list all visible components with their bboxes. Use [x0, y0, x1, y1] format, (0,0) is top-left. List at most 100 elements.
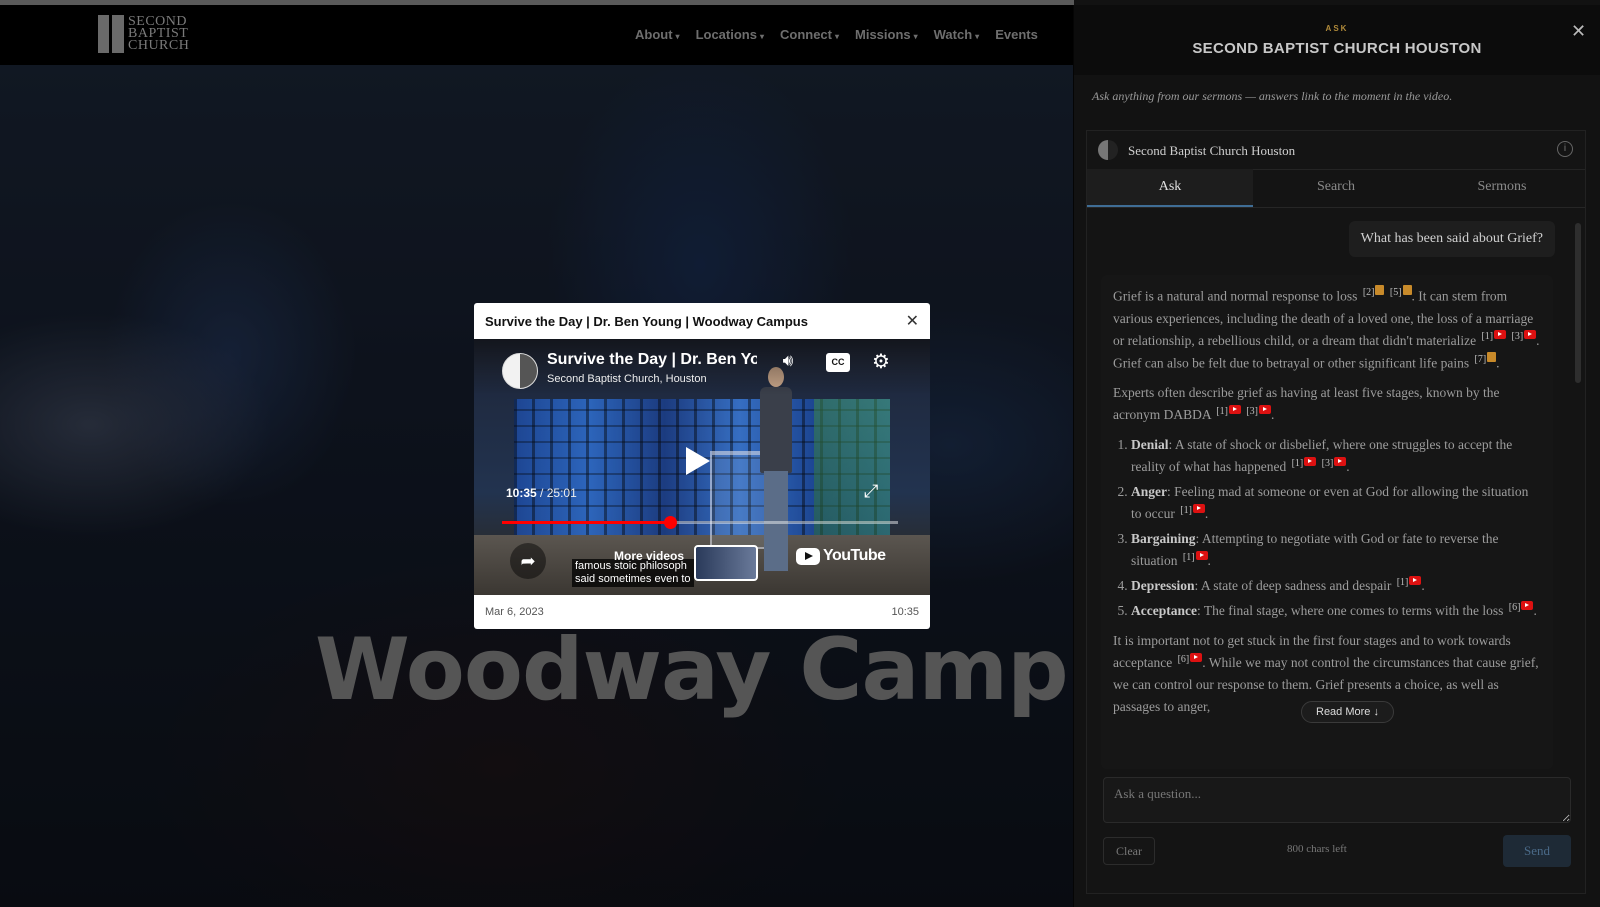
- video-link-icon[interactable]: [1192, 503, 1205, 513]
- video-link-icon[interactable]: [1524, 330, 1537, 339]
- close-icon[interactable]: ✕: [1571, 21, 1586, 42]
- play-icon[interactable]: [686, 447, 710, 475]
- nav-item-locations[interactable]: Locations ▾: [696, 27, 764, 42]
- question-input[interactable]: [1103, 777, 1571, 823]
- citation-link[interactable]: [5]: [1390, 287, 1402, 298]
- citation-link[interactable]: [6]: [1178, 654, 1190, 665]
- church-logo[interactable]: SECOND BAPTIST CHURCH: [98, 15, 189, 53]
- panel-subtitle: Ask anything from our sermons — answers …: [1092, 89, 1453, 103]
- time-separator: /: [540, 486, 544, 500]
- chat-card: Second Baptist Church Houston i Ask Sear…: [1086, 130, 1586, 894]
- panel-header: ASK SECOND BAPTIST CHURCH HOUSTON ✕: [1074, 5, 1600, 75]
- citation-link[interactable]: [1]: [1481, 331, 1493, 342]
- message-list: What has been said about Grief? Grief is…: [1087, 209, 1585, 769]
- share-icon[interactable]: ➦: [510, 543, 546, 579]
- citation-link[interactable]: [1]: [1183, 552, 1195, 563]
- channel-avatar[interactable]: [502, 353, 538, 389]
- video-player[interactable]: Survive the Day | Dr. Ben Yo Second Bapt…: [474, 339, 930, 595]
- chars-left-counter: 800 chars left: [1287, 843, 1347, 855]
- citation-link[interactable]: [3]: [1246, 406, 1258, 417]
- chevron-down-icon: ▾: [675, 32, 680, 41]
- video-link-icon[interactable]: [1334, 456, 1347, 466]
- scrollbar-thumb[interactable]: [1575, 223, 1581, 383]
- citation-link[interactable]: [1]: [1216, 406, 1228, 417]
- panel-title: SECOND BAPTIST CHURCH HOUSTON: [1192, 40, 1482, 57]
- video-channel[interactable]: Second Baptist Church, Houston: [547, 373, 707, 385]
- progress-bar[interactable]: [502, 516, 898, 529]
- close-icon[interactable]: ✕: [906, 311, 919, 331]
- gear-icon[interactable]: ⚙: [868, 349, 894, 374]
- video-time: 10:35 / 25:01: [506, 486, 577, 500]
- citation-link[interactable]: [3]: [1322, 458, 1334, 469]
- chevron-down-icon: ▾: [759, 32, 764, 41]
- video-timestamp: 10:35: [891, 606, 919, 618]
- video-modal: Survive the Day | Dr. Ben Young | Woodwa…: [474, 303, 930, 629]
- send-button[interactable]: Send: [1503, 835, 1571, 867]
- tab-ask[interactable]: Ask: [1087, 169, 1253, 207]
- video-link-icon[interactable]: [1190, 652, 1203, 662]
- chevron-down-icon: ▾: [834, 32, 839, 41]
- more-videos-thumbnail[interactable]: [694, 545, 758, 581]
- clear-button[interactable]: Clear: [1103, 837, 1155, 865]
- video-date: Mar 6, 2023: [485, 606, 544, 618]
- speaker-body: [760, 387, 792, 473]
- nav-item-watch[interactable]: Watch ▾: [934, 27, 980, 42]
- citation-link[interactable]: [7]: [1475, 354, 1487, 365]
- more-videos-label[interactable]: More videos: [614, 549, 684, 563]
- brand-avatar: [1098, 140, 1118, 160]
- read-more-button[interactable]: Read More ↓: [1301, 701, 1394, 723]
- chat-card-header: Second Baptist Church Houston i: [1087, 131, 1585, 170]
- duration: 25:01: [546, 486, 577, 500]
- tab-sermons[interactable]: Sermons: [1419, 169, 1585, 207]
- volume-icon[interactable]: 🔊︎: [776, 351, 800, 371]
- list-item: Depression: A state of deep sadness and …: [1131, 575, 1541, 597]
- answer-paragraph: Grief is a natural and normal response t…: [1113, 285, 1540, 370]
- video-title[interactable]: Survive the Day | Dr. Ben Yo: [547, 351, 757, 369]
- citation-link[interactable]: [6]: [1509, 602, 1521, 613]
- video-link-icon[interactable]: [1494, 330, 1507, 339]
- modal-header: Survive the Day | Dr. Ben Young | Woodwa…: [474, 303, 930, 339]
- current-time: 10:35: [506, 486, 537, 500]
- user-question-bubble: What has been said about Grief?: [1348, 221, 1555, 257]
- document-icon: [1375, 285, 1385, 295]
- site-header: SECOND BAPTIST CHURCH About ▾ Locations ▾ …: [0, 5, 1073, 65]
- nav-item-about[interactable]: About ▾: [635, 27, 680, 42]
- answer-fade: [1101, 733, 1553, 769]
- video-link-icon[interactable]: [1521, 600, 1534, 610]
- chevron-down-icon: ▾: [975, 32, 980, 41]
- panel-kicker: ASK: [1325, 24, 1349, 33]
- citation-link[interactable]: [1]: [1292, 458, 1304, 469]
- nav-item-events[interactable]: Events: [995, 27, 1038, 42]
- video-link-icon[interactable]: [1195, 550, 1208, 560]
- modal-title: Survive the Day | Dr. Ben Young | Woodwa…: [485, 313, 808, 329]
- youtube-play-icon: [796, 547, 820, 565]
- fullscreen-icon[interactable]: ⤢: [864, 481, 878, 502]
- video-link-icon[interactable]: [1304, 456, 1317, 466]
- modal-footer: Mar 6, 2023 10:35: [474, 595, 930, 629]
- background-website: Woodway Campus SECOND BAPTIST CHURCH Abo…: [0, 5, 1073, 907]
- nav-item-connect[interactable]: Connect ▾: [780, 27, 839, 42]
- brand-name: Second Baptist Church Houston: [1128, 143, 1296, 158]
- tab-search[interactable]: Search: [1253, 169, 1419, 207]
- list-item: Bargaining: Attempting to negotiate with…: [1131, 528, 1541, 572]
- video-link-icon[interactable]: [1228, 404, 1241, 414]
- hero-title: Woodway Campus: [315, 620, 1073, 720]
- progress-fill: [502, 521, 670, 524]
- citation-link[interactable]: [3]: [1511, 331, 1523, 342]
- citation-link[interactable]: [1]: [1180, 505, 1192, 516]
- stained-glass-panel: [814, 399, 890, 539]
- citation-link[interactable]: [2]: [1363, 287, 1375, 298]
- citation-link[interactable]: [1]: [1397, 577, 1409, 588]
- answer-paragraph: Experts often describe grief as having a…: [1113, 385, 1500, 422]
- logo-line: CHURCH: [128, 38, 190, 53]
- youtube-logo[interactable]: YouTube: [796, 547, 886, 565]
- chevron-down-icon: ▾: [913, 32, 918, 41]
- logo-text: SECOND BAPTIST CHURCH: [128, 15, 190, 53]
- video-link-icon[interactable]: [1409, 575, 1422, 585]
- ask-panel: ASK SECOND BAPTIST CHURCH HOUSTON ✕ Ask …: [1074, 0, 1600, 907]
- closed-captions-icon[interactable]: CC: [826, 353, 850, 372]
- info-icon[interactable]: i: [1557, 141, 1573, 157]
- nav-item-missions[interactable]: Missions ▾: [855, 27, 918, 42]
- progress-scrubber[interactable]: [663, 516, 677, 529]
- video-link-icon[interactable]: [1258, 404, 1271, 414]
